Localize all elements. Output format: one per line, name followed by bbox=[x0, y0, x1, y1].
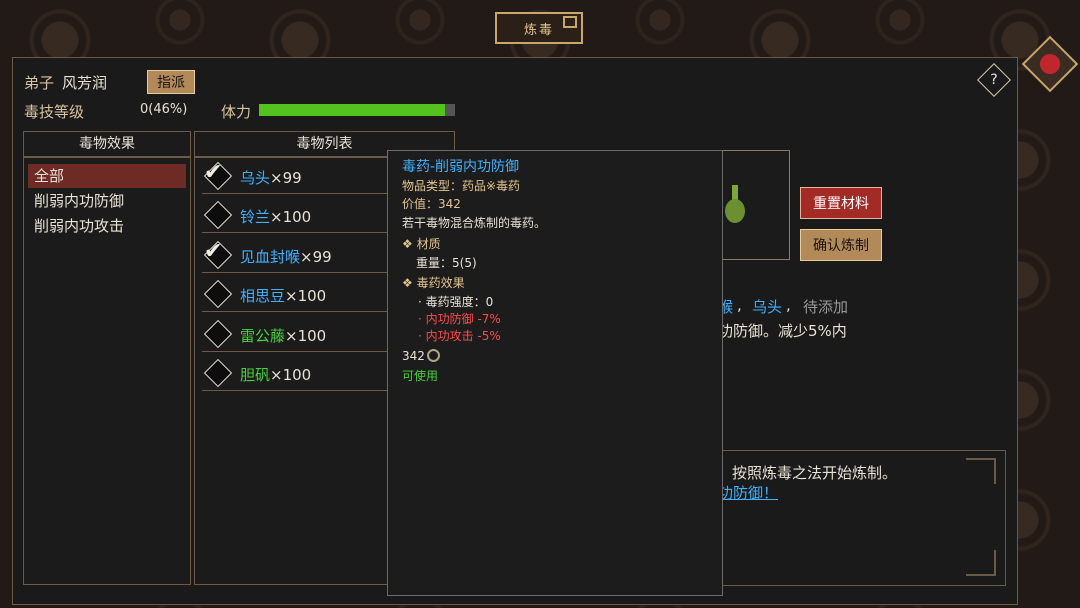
tooltip-price: 342 bbox=[402, 349, 440, 363]
diamond-checkbox-icon[interactable] bbox=[203, 319, 233, 348]
corner-ornament bbox=[966, 550, 996, 576]
tooltip-material-head: ❖ 材质 bbox=[402, 237, 441, 251]
diamond-checkbox-icon[interactable] bbox=[203, 201, 233, 230]
poison-qty: ×100 bbox=[270, 208, 312, 227]
poison-label: 胆矾×100 bbox=[240, 364, 311, 385]
poison-name: 雷公藤 bbox=[240, 326, 286, 345]
poison-qty: ×100 bbox=[285, 287, 327, 306]
poison-label: 乌头×99 bbox=[240, 167, 302, 188]
tooltip-effect-2: · 内功攻击 -5% bbox=[418, 329, 501, 343]
poison-qty: ×100 bbox=[270, 366, 312, 384]
poison-list-item[interactable]: 雷公藤×100 bbox=[202, 318, 392, 352]
skill-value: 0(46%) bbox=[140, 102, 188, 117]
poison-bottle-icon bbox=[725, 185, 745, 225]
window-title: 炼毒 bbox=[495, 12, 583, 44]
poison-list-item[interactable]: ✔ 乌头×99 bbox=[202, 160, 392, 194]
checkmark-icon: ✔ bbox=[204, 238, 223, 264]
recipe-effect-text: 功防御。减少5%内 bbox=[718, 322, 847, 340]
poison-label: 见血封喉×99 bbox=[240, 246, 332, 267]
confirm-refine-button[interactable]: 确认炼制 bbox=[800, 229, 882, 261]
effect-item-weaken-attack[interactable]: 削弱内功攻击 bbox=[28, 214, 186, 238]
checkmark-icon: ✔ bbox=[204, 160, 223, 185]
stamina-bar bbox=[259, 104, 455, 116]
help-icon: ? bbox=[990, 72, 998, 88]
diamond-checkbox-icon[interactable] bbox=[203, 358, 233, 388]
poison-name: 乌头 bbox=[240, 169, 271, 187]
effects-panel-title: 毒物效果 bbox=[23, 131, 191, 157]
poison-label: 相思豆×100 bbox=[240, 285, 326, 306]
poison-label: 铃兰×100 bbox=[240, 206, 311, 227]
back-arrow-icon bbox=[1040, 54, 1060, 74]
poison-label: 雷公藤×100 bbox=[240, 325, 326, 346]
poison-name: 铃兰 bbox=[240, 208, 271, 227]
poison-qty: ×99 bbox=[300, 247, 332, 266]
poison-list-item[interactable]: 胆矾×100 bbox=[202, 357, 392, 391]
reset-materials-button[interactable]: 重置材料 bbox=[800, 187, 882, 219]
poison-list-item[interactable]: ✔ 见血封喉×99 bbox=[202, 239, 392, 273]
poison-list-item[interactable]: 铃兰×100 bbox=[202, 199, 392, 234]
recipe-pending: 待添加 bbox=[803, 298, 849, 316]
tooltip-desc: 若干毒物混合炼制的毒药。 bbox=[402, 216, 547, 230]
item-tooltip: 毒药-削弱内功防御 物品类型：药品※毒药 价值：342 若干毒物混合炼制的毒药。… bbox=[387, 150, 723, 596]
poison-name: 相思豆 bbox=[240, 287, 286, 306]
poison-qty: ×100 bbox=[285, 326, 327, 345]
message-line-1: 按照炼毒之法开始炼制。 bbox=[732, 464, 898, 482]
tooltip-effect-1: · 内功防御 -7% bbox=[418, 312, 501, 326]
tooltip-usable: 可使用 bbox=[402, 369, 439, 383]
recipe-sep: , bbox=[737, 296, 742, 314]
poison-name: 胆矾 bbox=[240, 366, 271, 384]
tooltip-strength: · 毒药强度：0 bbox=[418, 295, 494, 309]
tooltip-value: 价值：342 bbox=[402, 197, 461, 211]
stamina-label: 体力 bbox=[221, 103, 252, 121]
skill-label: 毒技等级 bbox=[24, 103, 85, 121]
diamond-checkbox-icon[interactable] bbox=[203, 280, 233, 309]
tooltip-weight: 重量：5(5) bbox=[416, 256, 477, 270]
message-line-2[interactable]: 功防御！ bbox=[718, 482, 778, 503]
poison-name: 见血封喉 bbox=[240, 247, 301, 266]
tooltip-effect-head: ❖ 毒药效果 bbox=[402, 276, 465, 290]
stamina-bar-fill bbox=[259, 104, 446, 116]
assign-button[interactable]: 指派 bbox=[147, 70, 195, 94]
disciple-name: 风芳润 bbox=[62, 74, 108, 92]
tooltip-title: 毒药-削弱内功防御 bbox=[402, 159, 520, 175]
recipe-ingredient-2: 乌头 bbox=[752, 298, 783, 316]
corner-ornament bbox=[966, 458, 996, 484]
disciple-label: 弟子 bbox=[24, 74, 55, 92]
window-title-text: 炼毒 bbox=[523, 22, 554, 38]
tooltip-type: 物品类型：药品※毒药 bbox=[402, 179, 521, 193]
poison-qty: ×99 bbox=[270, 169, 302, 187]
tooltip-price-value: 342 bbox=[402, 349, 425, 363]
poison-list-item[interactable]: 相思豆×100 bbox=[202, 278, 392, 313]
coin-icon bbox=[426, 349, 440, 362]
effect-item-all[interactable]: 全部 bbox=[28, 164, 186, 188]
effect-item-weaken-defense[interactable]: 削弱内功防御 bbox=[28, 189, 186, 213]
recipe-sep-2: , bbox=[786, 296, 791, 314]
